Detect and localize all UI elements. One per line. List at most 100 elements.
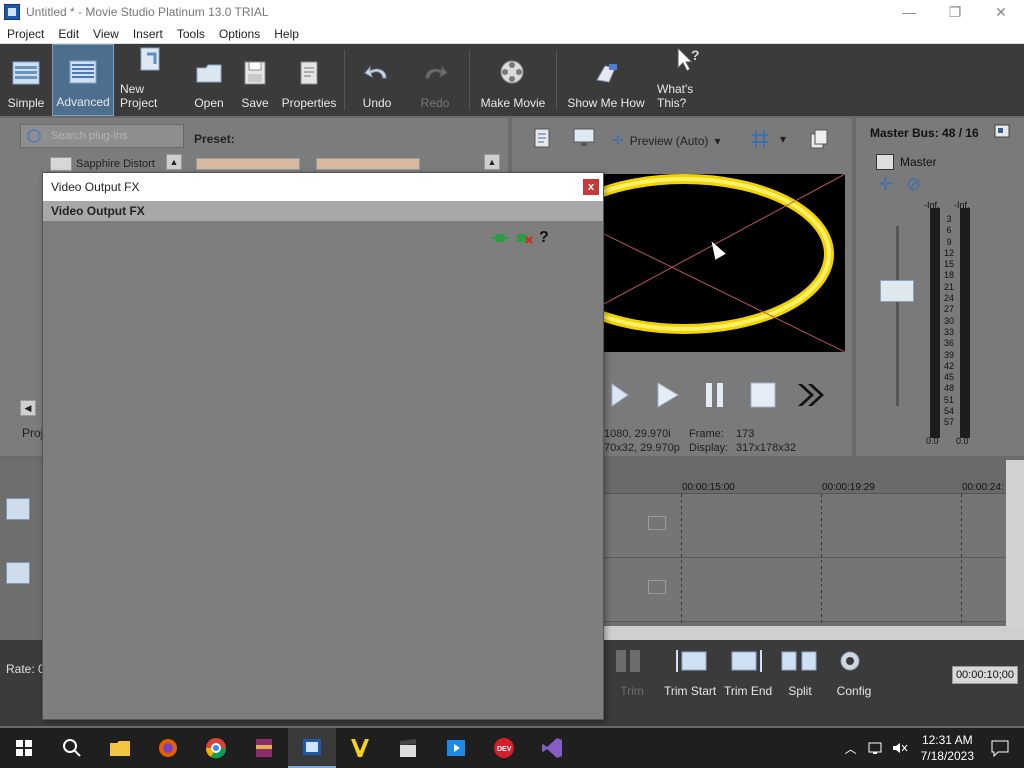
menu-edit[interactable]: Edit xyxy=(51,27,86,41)
vegas-button[interactable] xyxy=(336,728,384,768)
dev-cpp-icon: DEV xyxy=(494,738,514,758)
display-value: 317x178x32 xyxy=(736,442,796,454)
trim-end-button[interactable]: Trim End xyxy=(724,648,772,698)
master-bus-panel: Master Bus: 48 / 16 Master ✛ ⊘ -Inf. -In… xyxy=(856,118,1024,456)
mute-icon[interactable]: ⊘ xyxy=(906,174,921,195)
pause-icon xyxy=(706,383,723,407)
make-movie-button[interactable]: Make Movie xyxy=(474,44,552,116)
chevron-down-icon[interactable]: ▾ xyxy=(780,132,786,146)
minimize-button[interactable]: — xyxy=(886,0,932,24)
master-fx-icon[interactable] xyxy=(876,154,894,170)
audio-track[interactable] xyxy=(600,558,1006,622)
preview-properties-icon[interactable] xyxy=(532,126,554,150)
timeline-horizontal-scrollbar[interactable] xyxy=(600,626,1024,640)
master-bus-options-icon[interactable] xyxy=(994,124,1010,138)
menu-view[interactable]: View xyxy=(86,27,126,41)
menu-help[interactable]: Help xyxy=(267,27,306,41)
overlay-grid-icon[interactable] xyxy=(750,130,770,148)
tree-scroll-up-button[interactable]: ▲ xyxy=(166,154,182,170)
more-transport-button[interactable] xyxy=(796,380,826,410)
plug-in-chain-icon[interactable] xyxy=(491,231,509,245)
clapperboard-icon xyxy=(400,739,416,757)
play-from-start-button[interactable] xyxy=(604,380,634,410)
dialog-close-button[interactable]: x xyxy=(583,179,599,195)
timeline-gridline xyxy=(961,494,962,624)
vegas-icon xyxy=(351,739,369,757)
window-title: Untitled * - Movie Studio Platinum 13.0 … xyxy=(26,5,269,19)
video-track-icon[interactable] xyxy=(6,498,30,520)
chevron-down-icon: ▾ xyxy=(714,133,721,148)
menu-tools[interactable]: Tools xyxy=(170,27,212,41)
film-reel-icon xyxy=(500,60,524,84)
file-explorer-button[interactable] xyxy=(96,728,144,768)
timeline-ruler[interactable]: 00:00:15:00 00:00:19:29 00:00:24: xyxy=(600,460,1006,494)
play-icon xyxy=(657,382,679,408)
trim-button[interactable]: Trim xyxy=(612,648,652,698)
close-window-button[interactable]: ✕ xyxy=(978,0,1024,24)
movie-studio-button[interactable] xyxy=(288,728,336,768)
video-track[interactable] xyxy=(600,494,1006,558)
simple-view-button[interactable]: Simple xyxy=(0,44,52,116)
new-project-label: New Project xyxy=(120,82,158,110)
remove-plugin-icon[interactable] xyxy=(515,231,533,245)
stop-button[interactable] xyxy=(748,380,778,410)
firefox-button[interactable] xyxy=(144,728,192,768)
simple-layout-icon xyxy=(12,61,40,85)
network-icon[interactable] xyxy=(867,740,885,756)
timeline-vertical-scrollbar[interactable] xyxy=(1006,460,1024,628)
trim-label: Trim xyxy=(620,684,644,698)
split-button[interactable]: Split xyxy=(780,648,820,698)
folder-icon xyxy=(50,157,72,171)
help-icon[interactable]: ? xyxy=(539,229,549,247)
search-taskbar-button[interactable] xyxy=(48,728,96,768)
dev-cpp-button[interactable]: DEV xyxy=(480,728,528,768)
play-button[interactable] xyxy=(652,380,682,410)
plugin-tree-item[interactable]: Sapphire Distort xyxy=(50,156,180,172)
preset-thumbnail[interactable] xyxy=(316,158,420,170)
menu-project[interactable]: Project xyxy=(0,27,51,41)
advanced-view-button[interactable]: Advanced xyxy=(52,44,114,116)
dialog-title-bar[interactable]: Video Output FX x xyxy=(43,173,603,201)
advanced-layout-icon xyxy=(69,60,97,84)
external-monitor-icon[interactable] xyxy=(572,126,596,148)
visual-studio-button[interactable] xyxy=(528,728,576,768)
properties-label: Properties xyxy=(281,96,337,110)
dialog-subheader: Video Output FX xyxy=(43,201,603,221)
config-button[interactable]: Config xyxy=(834,648,874,698)
search-plugins-input[interactable]: Search plug-ins xyxy=(20,124,184,148)
maximize-button[interactable]: ❐ xyxy=(932,0,978,24)
video-editor-button[interactable] xyxy=(384,728,432,768)
audio-track-icon[interactable] xyxy=(6,562,30,584)
menu-insert[interactable]: Insert xyxy=(126,27,170,41)
trim-start-button[interactable]: Trim Start xyxy=(664,648,716,698)
new-project-button[interactable]: New Project xyxy=(114,44,186,116)
title-bar: Untitled * - Movie Studio Platinum 13.0 … xyxy=(0,0,1024,24)
save-button[interactable]: Save xyxy=(232,44,278,116)
show-me-how-button[interactable]: Show Me How xyxy=(561,44,651,116)
chevron-up-icon[interactable]: ︿ xyxy=(845,740,857,757)
preview-quality-dropdown[interactable]: ✛ Preview (Auto) ▾ xyxy=(612,132,720,149)
open-button[interactable]: Open xyxy=(186,44,232,116)
preset-scroll-up-button[interactable]: ▲ xyxy=(484,154,500,170)
properties-button[interactable]: Properties xyxy=(278,44,340,116)
volume-muted-icon[interactable] xyxy=(891,740,909,756)
taskbar-clock[interactable]: 12:31 AM 7/18/2023 xyxy=(921,732,974,764)
undo-button[interactable]: Undo xyxy=(349,44,405,116)
notification-icon[interactable] xyxy=(990,739,1010,757)
menu-options[interactable]: Options xyxy=(212,27,267,41)
winrar-button[interactable] xyxy=(240,728,288,768)
whats-this-button[interactable]: ? What's This? xyxy=(651,44,723,116)
media-player-button[interactable] xyxy=(432,728,480,768)
start-button[interactable] xyxy=(0,728,48,768)
pause-button[interactable] xyxy=(700,380,730,410)
copy-snapshot-icon[interactable] xyxy=(808,128,830,150)
timecode-display[interactable]: 00:00:10;00 xyxy=(952,666,1018,684)
svg-text:DEV: DEV xyxy=(497,746,512,753)
bus-fx-icon[interactable]: ✛ xyxy=(878,174,893,195)
project-media-tab[interactable]: Proj xyxy=(22,426,43,440)
chrome-button[interactable] xyxy=(192,728,240,768)
tree-scroll-left-button[interactable]: ◀ xyxy=(20,400,36,416)
redo-button[interactable]: Redo xyxy=(405,44,465,116)
preset-thumbnail[interactable] xyxy=(196,158,300,170)
master-volume-fader[interactable] xyxy=(880,280,914,302)
